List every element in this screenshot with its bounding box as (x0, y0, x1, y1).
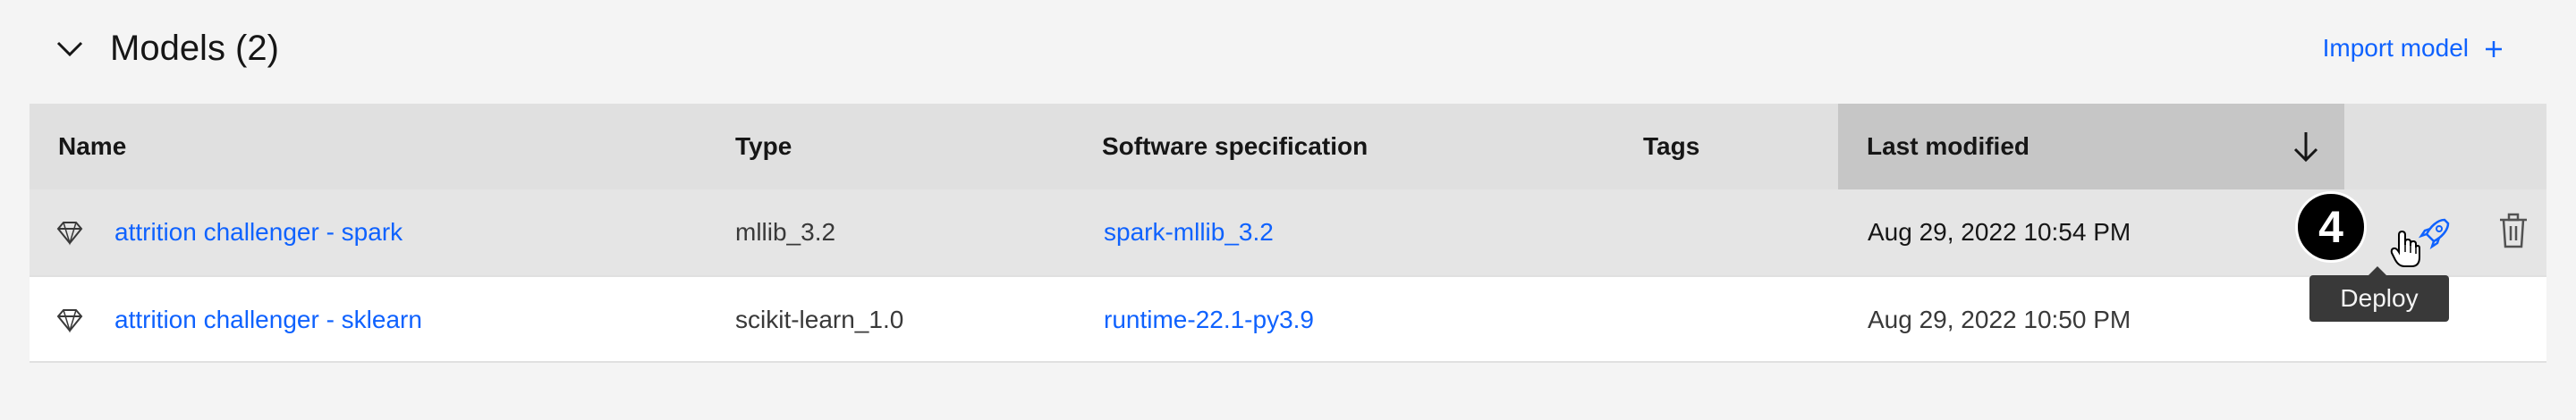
chevron-down-icon[interactable] (54, 36, 86, 63)
model-diamond-icon (56, 219, 83, 246)
column-header-last-modified-label: Last modified (1867, 132, 2030, 160)
column-header-last-modified[interactable]: Last modified (1838, 104, 2344, 189)
software-spec-link[interactable]: runtime-22.1-py3.9 (1104, 277, 1314, 363)
hand-cursor-icon (2390, 230, 2420, 268)
deploy-tooltip: Deploy (2309, 266, 2449, 322)
last-modified-date: Aug 29, 2022 10:54 PM (1868, 218, 2131, 246)
plus-icon (2485, 35, 2503, 62)
table-row[interactable]: attrition challenger - spark mllib_3.2 s… (30, 189, 2546, 275)
rocket-icon[interactable] (2418, 214, 2453, 250)
model-name-link[interactable]: attrition challenger - sklearn (114, 277, 422, 363)
model-name-link[interactable]: attrition challenger - spark (114, 189, 402, 275)
column-header-software[interactable]: Software specification (1102, 104, 1368, 189)
column-header-tags[interactable]: Tags (1643, 104, 1699, 189)
table-row[interactable]: attrition challenger - sklearn scikit-le… (30, 275, 2546, 361)
arrow-down-icon[interactable] (2291, 130, 2321, 163)
column-header-name[interactable]: Name (58, 104, 126, 189)
software-spec-link[interactable]: spark-mllib_3.2 (1104, 189, 1274, 275)
models-section-header: Models (2) Import model (0, 0, 2576, 98)
import-model-label: Import model (2322, 34, 2469, 62)
table-header: Name Type Software specification Tags La… (30, 104, 2546, 189)
column-header-type[interactable]: Type (735, 104, 792, 189)
last-modified-date: Aug 29, 2022 10:50 PM (1868, 306, 2131, 333)
step-number-badge: 4 (2295, 191, 2367, 263)
trash-icon[interactable] (2498, 213, 2529, 248)
model-type: scikit-learn_1.0 (735, 306, 904, 333)
model-type: mllib_3.2 (735, 218, 836, 246)
section-title: Models (2) (110, 29, 279, 68)
models-table: Name Type Software specification Tags La… (30, 104, 2546, 363)
import-model-button[interactable]: Import model (2323, 32, 2503, 64)
model-diamond-icon (56, 307, 83, 333)
